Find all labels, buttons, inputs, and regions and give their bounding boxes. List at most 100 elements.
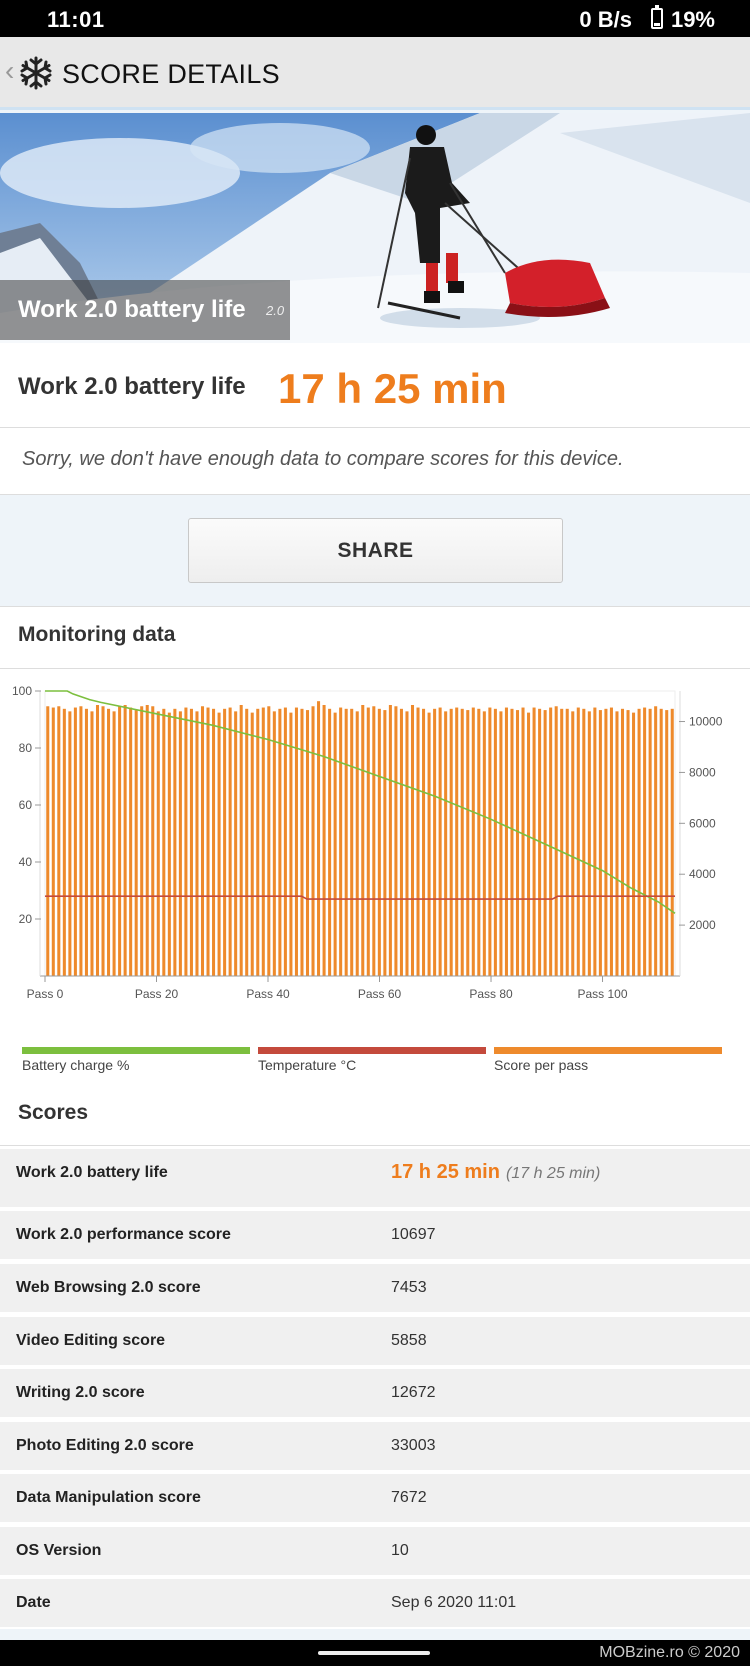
score-bar <box>527 712 531 976</box>
score-bar <box>339 707 343 976</box>
score-label: Writing 2.0 score <box>16 1384 145 1401</box>
score-bar <box>311 706 315 976</box>
home-handle[interactable] <box>318 1651 430 1655</box>
score-label: Work 2.0 battery life <box>16 1164 168 1181</box>
x-tick-label: Pass 100 <box>577 987 627 1001</box>
score-bar <box>189 708 193 976</box>
score-bar <box>477 708 481 976</box>
y-tick-label-right: 8000 <box>689 765 716 779</box>
score-bar <box>665 710 669 976</box>
monitoring-card: Monitoring data Pass 0 Pass 20 Pass 40 Pass… <box>0 606 750 1629</box>
app-bar: ‹ SCORE DETAILS <box>0 37 750 110</box>
share-button[interactable]: SHARE <box>188 518 563 583</box>
score-bar <box>565 708 569 976</box>
back-chevron-icon[interactable]: ‹ <box>5 55 14 87</box>
score-label: Data Manipulation score <box>16 1489 201 1506</box>
score-bar <box>322 704 326 976</box>
table-row: Web Browsing 2.0 score 7453 <box>0 1264 750 1314</box>
score-bar <box>560 708 564 976</box>
score-bar <box>305 710 310 976</box>
score-bar <box>510 708 514 976</box>
score-bar <box>228 707 232 976</box>
x-tick-label: Pass 40 <box>246 987 290 1001</box>
score-bar <box>212 708 216 976</box>
score-bar <box>234 711 238 976</box>
legend-score: Score per pass <box>494 1047 722 1073</box>
scores-title: Scores <box>18 1101 89 1124</box>
score-bar <box>576 707 580 976</box>
score-bar <box>328 708 332 976</box>
score-value: 7672 <box>391 1489 427 1506</box>
hero-version: 2.0 <box>266 303 285 318</box>
score-label: Web Browsing 2.0 score <box>16 1279 201 1296</box>
y-tick-label-right: 2000 <box>689 918 716 932</box>
compare-message: Sorry, we don't have enough data to comp… <box>22 448 624 470</box>
score-value: 5858 <box>391 1332 427 1349</box>
score-bar <box>433 708 437 976</box>
score-bar <box>245 708 249 976</box>
legend-swatch <box>494 1047 722 1054</box>
status-bar: 11:01 0 B/s 19% <box>0 0 750 37</box>
legend-swatch <box>22 1047 250 1054</box>
score-bars <box>46 701 674 976</box>
score-bar <box>377 708 381 976</box>
score-bar <box>178 711 182 976</box>
score-bar <box>466 710 470 976</box>
table-row: Date Sep 6 2020 11:01 <box>0 1579 750 1629</box>
score-value: 10 <box>391 1542 409 1559</box>
divider <box>0 427 750 428</box>
battery-line <box>45 690 676 914</box>
score-bar <box>632 712 636 976</box>
x-tick-label: Pass 60 <box>358 987 402 1001</box>
hero-label: Work 2.0 battery life <box>18 296 246 323</box>
score-bar <box>410 704 415 976</box>
snowflake-icon[interactable] <box>18 55 54 91</box>
score-bar <box>289 712 293 976</box>
score-bar <box>350 708 354 976</box>
score-bar <box>151 706 155 976</box>
table-row: Writing 2.0 score 12672 <box>0 1369 750 1419</box>
network-speed: 0 B/s <box>579 7 632 32</box>
score-bar <box>521 707 525 976</box>
score-bar <box>62 708 66 976</box>
score-bar <box>493 708 497 976</box>
score-bar <box>278 708 282 976</box>
score-bar <box>162 708 166 976</box>
score-bar <box>549 707 553 976</box>
result-card: Work 2.0 battery life 17 h 25 min Sorry,… <box>0 343 750 495</box>
legend-swatch <box>258 1047 486 1054</box>
y-tick-label-right: 4000 <box>689 867 716 881</box>
legend-label: Battery charge % <box>22 1057 130 1073</box>
score-bar <box>333 712 337 976</box>
score-bar <box>399 708 403 976</box>
y-tick-label-left: 40 <box>19 855 33 869</box>
score-bar <box>604 708 608 976</box>
temperature-line <box>45 895 675 900</box>
score-bar <box>659 708 663 976</box>
score-bar <box>129 707 133 976</box>
score-bar <box>620 708 625 976</box>
score-bar <box>156 711 160 976</box>
score-bar <box>504 707 508 976</box>
score-bar <box>444 711 448 976</box>
score-bar <box>394 706 398 976</box>
table-row: Photo Editing 2.0 score 33003 <box>0 1422 750 1472</box>
series-lines <box>45 690 676 914</box>
y-tick-label-left: 60 <box>19 798 33 812</box>
hero-image: Work 2.0 battery life 2.0 <box>0 113 750 343</box>
score-bar <box>317 701 321 976</box>
score-bar <box>515 710 520 976</box>
score-label: Work 2.0 performance score <box>16 1226 231 1243</box>
score-bar <box>532 707 536 976</box>
legend-temperature: Temperature °C <box>258 1047 486 1073</box>
result-name: Work 2.0 battery life <box>18 373 246 400</box>
score-label: Date <box>16 1594 51 1611</box>
score-bar <box>460 708 464 976</box>
legend-battery: Battery charge % <box>22 1047 250 1073</box>
score-bar <box>90 711 94 976</box>
score-bar <box>598 710 602 976</box>
divider <box>0 668 750 669</box>
score-bar <box>422 708 426 976</box>
score-bar <box>112 711 116 976</box>
score-bar <box>554 706 558 976</box>
